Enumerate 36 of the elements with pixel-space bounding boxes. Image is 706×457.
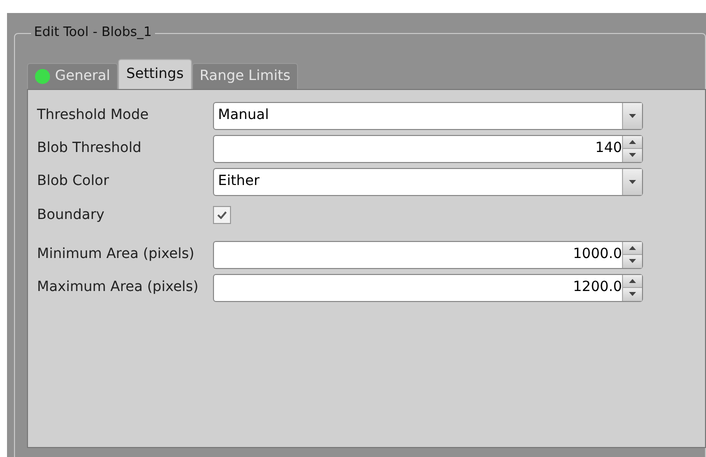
checkbox[interactable] [213,206,231,224]
field-label: Maximum Area (pixels) [37,278,200,297]
up-arrow-icon [629,246,636,250]
group-title: Edit Tool - Blobs_1 [31,24,155,42]
spin-field[interactable]: 1000.0 [213,240,643,268]
down-arrow-icon [629,153,636,158]
tab[interactable]: Settings [118,59,192,89]
caret-icon [629,180,636,184]
field-label: Threshold Mode [37,106,150,125]
spin-value: 140 [594,139,622,158]
spin-up-button[interactable] [623,274,642,288]
spin-value: 1200.0 [572,278,622,297]
caret-icon [629,114,636,118]
spin-value: 1000.0 [572,245,622,264]
down-arrow-icon [629,259,636,264]
field-label: Blob Color [37,172,110,191]
dropdown-arrow-button[interactable] [622,102,642,128]
spin-down-button[interactable] [623,288,642,300]
dropdown[interactable]: Either [213,168,643,196]
spin-up-button[interactable] [623,242,642,255]
dropdown[interactable]: Manual [213,102,643,130]
field-label: Minimum Area (pixels) [37,245,196,264]
spin-down-button[interactable] [623,255,642,268]
spin-field[interactable]: 1200.0 [213,274,643,302]
checkmark-icon [217,211,227,219]
up-arrow-icon [629,278,636,283]
down-arrow-icon [629,292,636,296]
dropdown-value: Either [217,172,260,191]
field-label: Boundary [37,206,106,224]
spin-field[interactable]: 140 [213,134,643,162]
spin-down-button[interactable] [623,149,642,162]
dropdown-value: Manual [217,106,270,125]
up-arrow-icon [629,140,636,144]
dropdown-arrow-button[interactable] [622,168,642,194]
spin-up-button[interactable] [623,136,642,149]
field-label: Blob Threshold [37,139,142,158]
